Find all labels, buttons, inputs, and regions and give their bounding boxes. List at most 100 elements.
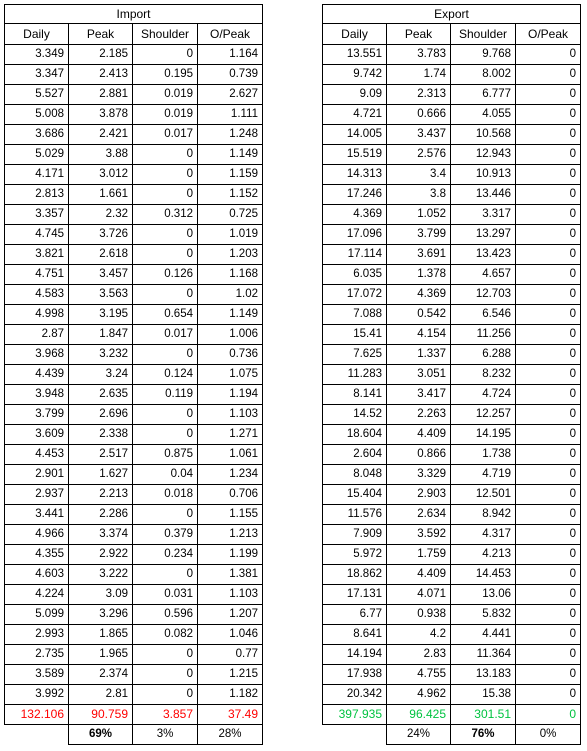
cell[interactable]: 2.881 [68,84,133,105]
cell[interactable]: 0 [132,244,198,265]
cell[interactable]: 3.457 [68,264,133,285]
cell[interactable]: 2.313 [386,84,451,105]
cell[interactable]: 6.777 [450,84,516,105]
cell[interactable]: 14.195 [450,424,516,445]
cell[interactable]: 0 [515,44,581,65]
cell[interactable]: 0 [515,124,581,145]
cell[interactable]: 13.551 [322,44,387,65]
cell[interactable]: 4.998 [4,304,69,325]
cell[interactable]: 4.719 [450,464,516,485]
cell[interactable]: 4.441 [450,624,516,645]
cell[interactable]: 0 [515,164,581,185]
total-cell[interactable]: 96.425 [386,704,451,725]
cell[interactable]: 3.417 [386,384,451,405]
cell[interactable]: 11.283 [322,364,387,385]
cell[interactable]: 1.965 [68,644,133,665]
cell[interactable]: 4.355 [4,544,69,565]
cell[interactable]: 3.799 [386,224,451,245]
cell[interactable]: 2.338 [68,424,133,445]
cell[interactable]: 1.103 [197,584,263,605]
percentage-cell[interactable]: 69% [68,724,133,745]
cell[interactable]: 6.546 [450,304,516,325]
cell[interactable]: 4.409 [386,424,451,445]
cell[interactable]: 1.152 [197,184,263,205]
cell[interactable]: 0.312 [132,204,198,225]
cell[interactable]: 2.696 [68,404,133,425]
cell[interactable]: 3.4 [386,164,451,185]
cell[interactable]: 0.195 [132,64,198,85]
total-cell[interactable]: 397.935 [322,704,387,725]
cell[interactable]: 7.625 [322,344,387,365]
cell[interactable]: 10.568 [450,124,516,145]
cell[interactable]: 0.875 [132,444,198,465]
total-cell[interactable]: 3.857 [132,704,198,725]
cell[interactable]: 3.317 [450,204,516,225]
cell[interactable]: 0 [132,344,198,365]
cell[interactable]: 1.337 [386,344,451,365]
cell[interactable]: 3.051 [386,364,451,385]
cell[interactable]: 0.126 [132,264,198,285]
cell[interactable]: 18.862 [322,564,387,585]
cell[interactable]: 3.821 [4,244,69,265]
cell[interactable]: 4.603 [4,564,69,585]
cell[interactable]: 2.901 [4,464,69,485]
cell[interactable]: 9.768 [450,44,516,65]
cell[interactable]: 0 [515,324,581,345]
cell[interactable]: 4.055 [450,104,516,125]
cell[interactable]: 4.213 [450,544,516,565]
cell[interactable]: 4.071 [386,584,451,605]
cell[interactable]: 3.563 [68,284,133,305]
cell[interactable]: 6.288 [450,344,516,365]
cell[interactable]: 5.029 [4,144,69,165]
cell[interactable]: 1.02 [197,284,263,305]
cell[interactable]: 0.666 [386,104,451,125]
cell[interactable]: 4.2 [386,624,451,645]
cell[interactable]: 2.32 [68,204,133,225]
cell[interactable]: 0 [515,104,581,125]
cell[interactable]: 14.194 [322,644,387,665]
cell[interactable]: 0.082 [132,624,198,645]
cell[interactable]: 4.154 [386,324,451,345]
cell[interactable]: 1.627 [68,464,133,485]
cell[interactable]: 1.381 [197,564,263,585]
cell[interactable]: 1.046 [197,624,263,645]
cell[interactable]: 13.446 [450,184,516,205]
cell[interactable]: 0 [132,664,198,685]
cell[interactable]: 3.329 [386,464,451,485]
cell[interactable]: 0 [515,504,581,525]
cell[interactable]: 12.257 [450,404,516,425]
cell[interactable]: 3.232 [68,344,133,365]
cell[interactable]: 3.726 [68,224,133,245]
cell[interactable]: 5.008 [4,104,69,125]
cell[interactable]: 3.88 [68,144,133,165]
cell[interactable]: 17.096 [322,224,387,245]
cell[interactable]: 0 [515,584,581,605]
cell[interactable]: 0.017 [132,124,198,145]
cell[interactable]: 4.369 [386,284,451,305]
cell[interactable]: 1.006 [197,324,263,345]
cell[interactable]: 5.527 [4,84,69,105]
cell[interactable]: 0 [515,604,581,625]
cell[interactable]: 0.596 [132,604,198,625]
cell[interactable]: 17.072 [322,284,387,305]
cell[interactable]: 0 [515,304,581,325]
cell[interactable]: 1.168 [197,264,263,285]
cell[interactable]: 15.404 [322,484,387,505]
cell[interactable]: 3.195 [68,304,133,325]
cell[interactable]: 8.048 [322,464,387,485]
cell[interactable]: 1.052 [386,204,451,225]
cell[interactable]: 4.171 [4,164,69,185]
cell[interactable]: 11.364 [450,644,516,665]
cell[interactable]: 0 [132,684,198,705]
cell[interactable]: 2.81 [68,684,133,705]
cell[interactable]: 0 [515,524,581,545]
cell[interactable]: 8.641 [322,624,387,645]
total-cell[interactable]: 37.49 [197,704,263,725]
cell[interactable]: 1.149 [197,304,263,325]
cell[interactable]: 3.992 [4,684,69,705]
cell[interactable]: 2.517 [68,444,133,465]
cell[interactable]: 17.131 [322,584,387,605]
cell[interactable]: 4.317 [450,524,516,545]
cell[interactable]: 6.035 [322,264,387,285]
cell[interactable]: 0 [515,204,581,225]
